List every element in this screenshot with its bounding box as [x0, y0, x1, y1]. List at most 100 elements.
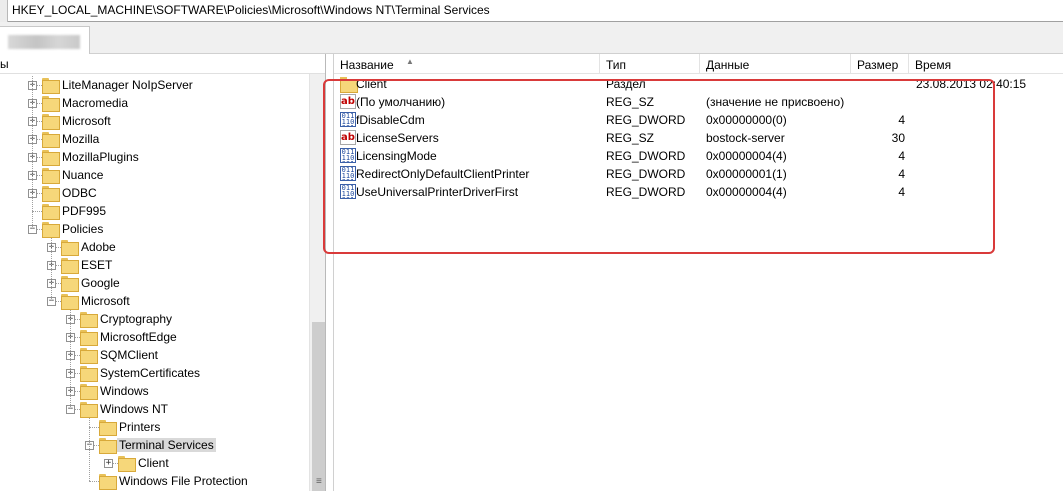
folder-icon — [61, 276, 79, 292]
column-header-type[interactable]: Тип — [600, 54, 700, 74]
column-header-name[interactable]: Название ▲ — [334, 54, 600, 74]
tree-connector — [70, 310, 71, 409]
tree-item[interactable]: − Policies — [0, 220, 309, 238]
tree-item[interactable]: + ESET — [0, 256, 309, 274]
tree-item-label: Policies — [62, 222, 104, 236]
folder-icon — [42, 222, 60, 238]
list-item[interactable]: 011 110 001RedirectOnlyDefaultClientPrin… — [334, 165, 1063, 183]
tree-item[interactable]: + MicrosoftEdge — [0, 328, 309, 346]
tree-item[interactable]: − Microsoft — [0, 292, 309, 310]
tree-item-label: Terminal Services — [117, 438, 216, 452]
scrollbar-grip-icon: ≡ — [316, 476, 322, 487]
list-item[interactable]: Client Раздел 23.08.2013 02:40:15 — [334, 75, 1063, 93]
folder-icon — [99, 420, 117, 436]
column-header-time[interactable]: Время — [909, 54, 1063, 74]
tree-item[interactable]: + Cryptography — [0, 310, 309, 328]
tree-item-label: Windows — [100, 384, 149, 398]
folder-icon — [80, 384, 98, 400]
tree-item[interactable]: + SQMClient — [0, 346, 309, 364]
tree-item[interactable]: + Nuance — [0, 166, 309, 184]
tree-item[interactable]: + Microsoft — [0, 112, 309, 130]
folder-icon — [80, 312, 98, 328]
tree-connector — [32, 76, 33, 229]
tree-item-label: MozillaPlugins — [62, 150, 139, 164]
tree-connector — [89, 427, 99, 428]
folder-icon — [80, 348, 98, 364]
cell-data: bostock-server — [706, 131, 785, 145]
tree-item[interactable]: + Client — [0, 454, 309, 472]
folder-icon — [61, 240, 79, 256]
cell-size: 4 — [898, 185, 905, 199]
cell-data: 0x00000004(4) — [706, 185, 787, 199]
binary-value-icon: 011 110 001 — [340, 166, 356, 181]
cell-data: 0x00000001(1) — [706, 167, 787, 181]
address-path[interactable]: HKEY_LOCAL_MACHINE\SOFTWARE\Policies\Mic… — [12, 3, 490, 17]
tree-connector — [32, 211, 42, 212]
folder-icon — [80, 402, 98, 418]
cell-name: LicensingMode — [356, 149, 437, 163]
tree-item-label: Google — [81, 276, 120, 290]
tree-item[interactable]: − Windows NT — [0, 400, 309, 418]
tree-item[interactable]: Windows File Protection — [0, 472, 309, 490]
cell-name: fDisableCdm — [356, 113, 425, 127]
address-bar[interactable]: HKEY_LOCAL_MACHINE\SOFTWARE\Policies\Mic… — [0, 0, 1063, 22]
folder-icon — [61, 258, 79, 274]
tree-scrollbar[interactable]: ≡ — [309, 74, 325, 491]
column-header-data[interactable]: Данные — [700, 54, 851, 74]
cell-data: 0x00000000(0) — [706, 113, 787, 127]
tree-item-label: Adobe — [81, 240, 116, 254]
folder-icon — [42, 150, 60, 166]
cell-time: 23.08.2013 02:40:15 — [916, 77, 1027, 91]
tree-connector — [51, 238, 52, 301]
tree-item-label: Macromedia — [62, 96, 129, 110]
list-item[interactable]: 011 110 001fDisableCdm REG_DWORD 0x0000000… — [334, 111, 1063, 129]
tree-item[interactable]: + SystemCertificates — [0, 364, 309, 382]
list-item[interactable]: 011 110 001UseUniversalPrinterDriverFirs… — [334, 183, 1063, 201]
tree-item[interactable]: + Mozilla — [0, 130, 309, 148]
folder-icon — [340, 77, 358, 93]
folder-icon — [42, 132, 60, 148]
tree-item-label: Mozilla — [62, 132, 100, 146]
tree-item[interactable]: + MozillaPlugins — [0, 148, 309, 166]
list-item[interactable]: ab LicenseServers REG_SZ bostock-server 30 — [334, 129, 1063, 147]
tree-item[interactable]: + Adobe — [0, 238, 309, 256]
folder-icon — [42, 204, 60, 220]
expand-icon[interactable]: + — [104, 459, 113, 468]
tree-item[interactable]: + Macromedia — [0, 94, 309, 112]
tree-connector — [89, 481, 99, 482]
list-item[interactable]: ab (По умолчанию) REG_SZ (значение не присв… — [334, 93, 1063, 111]
registry-tree[interactable]: ы + LiteManager NoIpServer + Macromedia + Mic… — [0, 54, 326, 491]
column-header-size[interactable]: Размер — [851, 54, 909, 74]
blurred-tab-label — [8, 35, 80, 49]
tree-item[interactable]: + Google — [0, 274, 309, 292]
cell-data: (значение не присвоено) — [706, 95, 845, 109]
column-type-label: Тип — [606, 58, 627, 72]
tree-item[interactable]: − Terminal Services — [0, 436, 309, 454]
tree-header-label: ы — [0, 57, 9, 71]
tab-active[interactable] — [0, 26, 90, 54]
tree-item[interactable]: + LiteManager NoIpServer — [0, 76, 309, 94]
cell-type: REG_DWORD — [606, 167, 686, 181]
folder-icon — [80, 330, 98, 346]
tree-item[interactable]: Printers — [0, 418, 309, 436]
scrollbar-thumb[interactable]: ≡ — [312, 322, 325, 491]
cell-name: UseUniversalPrinterDriverFirst — [356, 185, 519, 199]
binary-value-icon: 011 110 001 — [340, 148, 356, 163]
string-value-icon: ab — [340, 94, 356, 109]
tree-item[interactable]: PDF995 — [0, 202, 309, 220]
tree-item-label: MicrosoftEdge — [100, 330, 177, 344]
tree-item[interactable]: + Windows — [0, 382, 309, 400]
list-item[interactable]: 011 110 001LicensingMode REG_DWORD 0x00000… — [334, 147, 1063, 165]
cell-type: REG_DWORD — [606, 185, 686, 199]
tree-item[interactable]: + ODBC — [0, 184, 309, 202]
cell-type: REG_SZ — [606, 131, 655, 145]
tree-connector — [89, 418, 90, 481]
cell-data: 0x00000004(4) — [706, 149, 787, 163]
column-time-label: Время — [915, 58, 952, 72]
column-size-label: Размер — [857, 58, 899, 72]
column-name-label: Название — [340, 58, 394, 72]
cell-name: (По умолчанию) — [356, 95, 446, 109]
values-list[interactable]: Название ▲ Тип Данные Размер Время Clien… — [333, 54, 1063, 491]
tree-item-label: LiteManager NoIpServer — [62, 78, 193, 92]
tree-item-label: SystemCertificates — [100, 366, 201, 380]
